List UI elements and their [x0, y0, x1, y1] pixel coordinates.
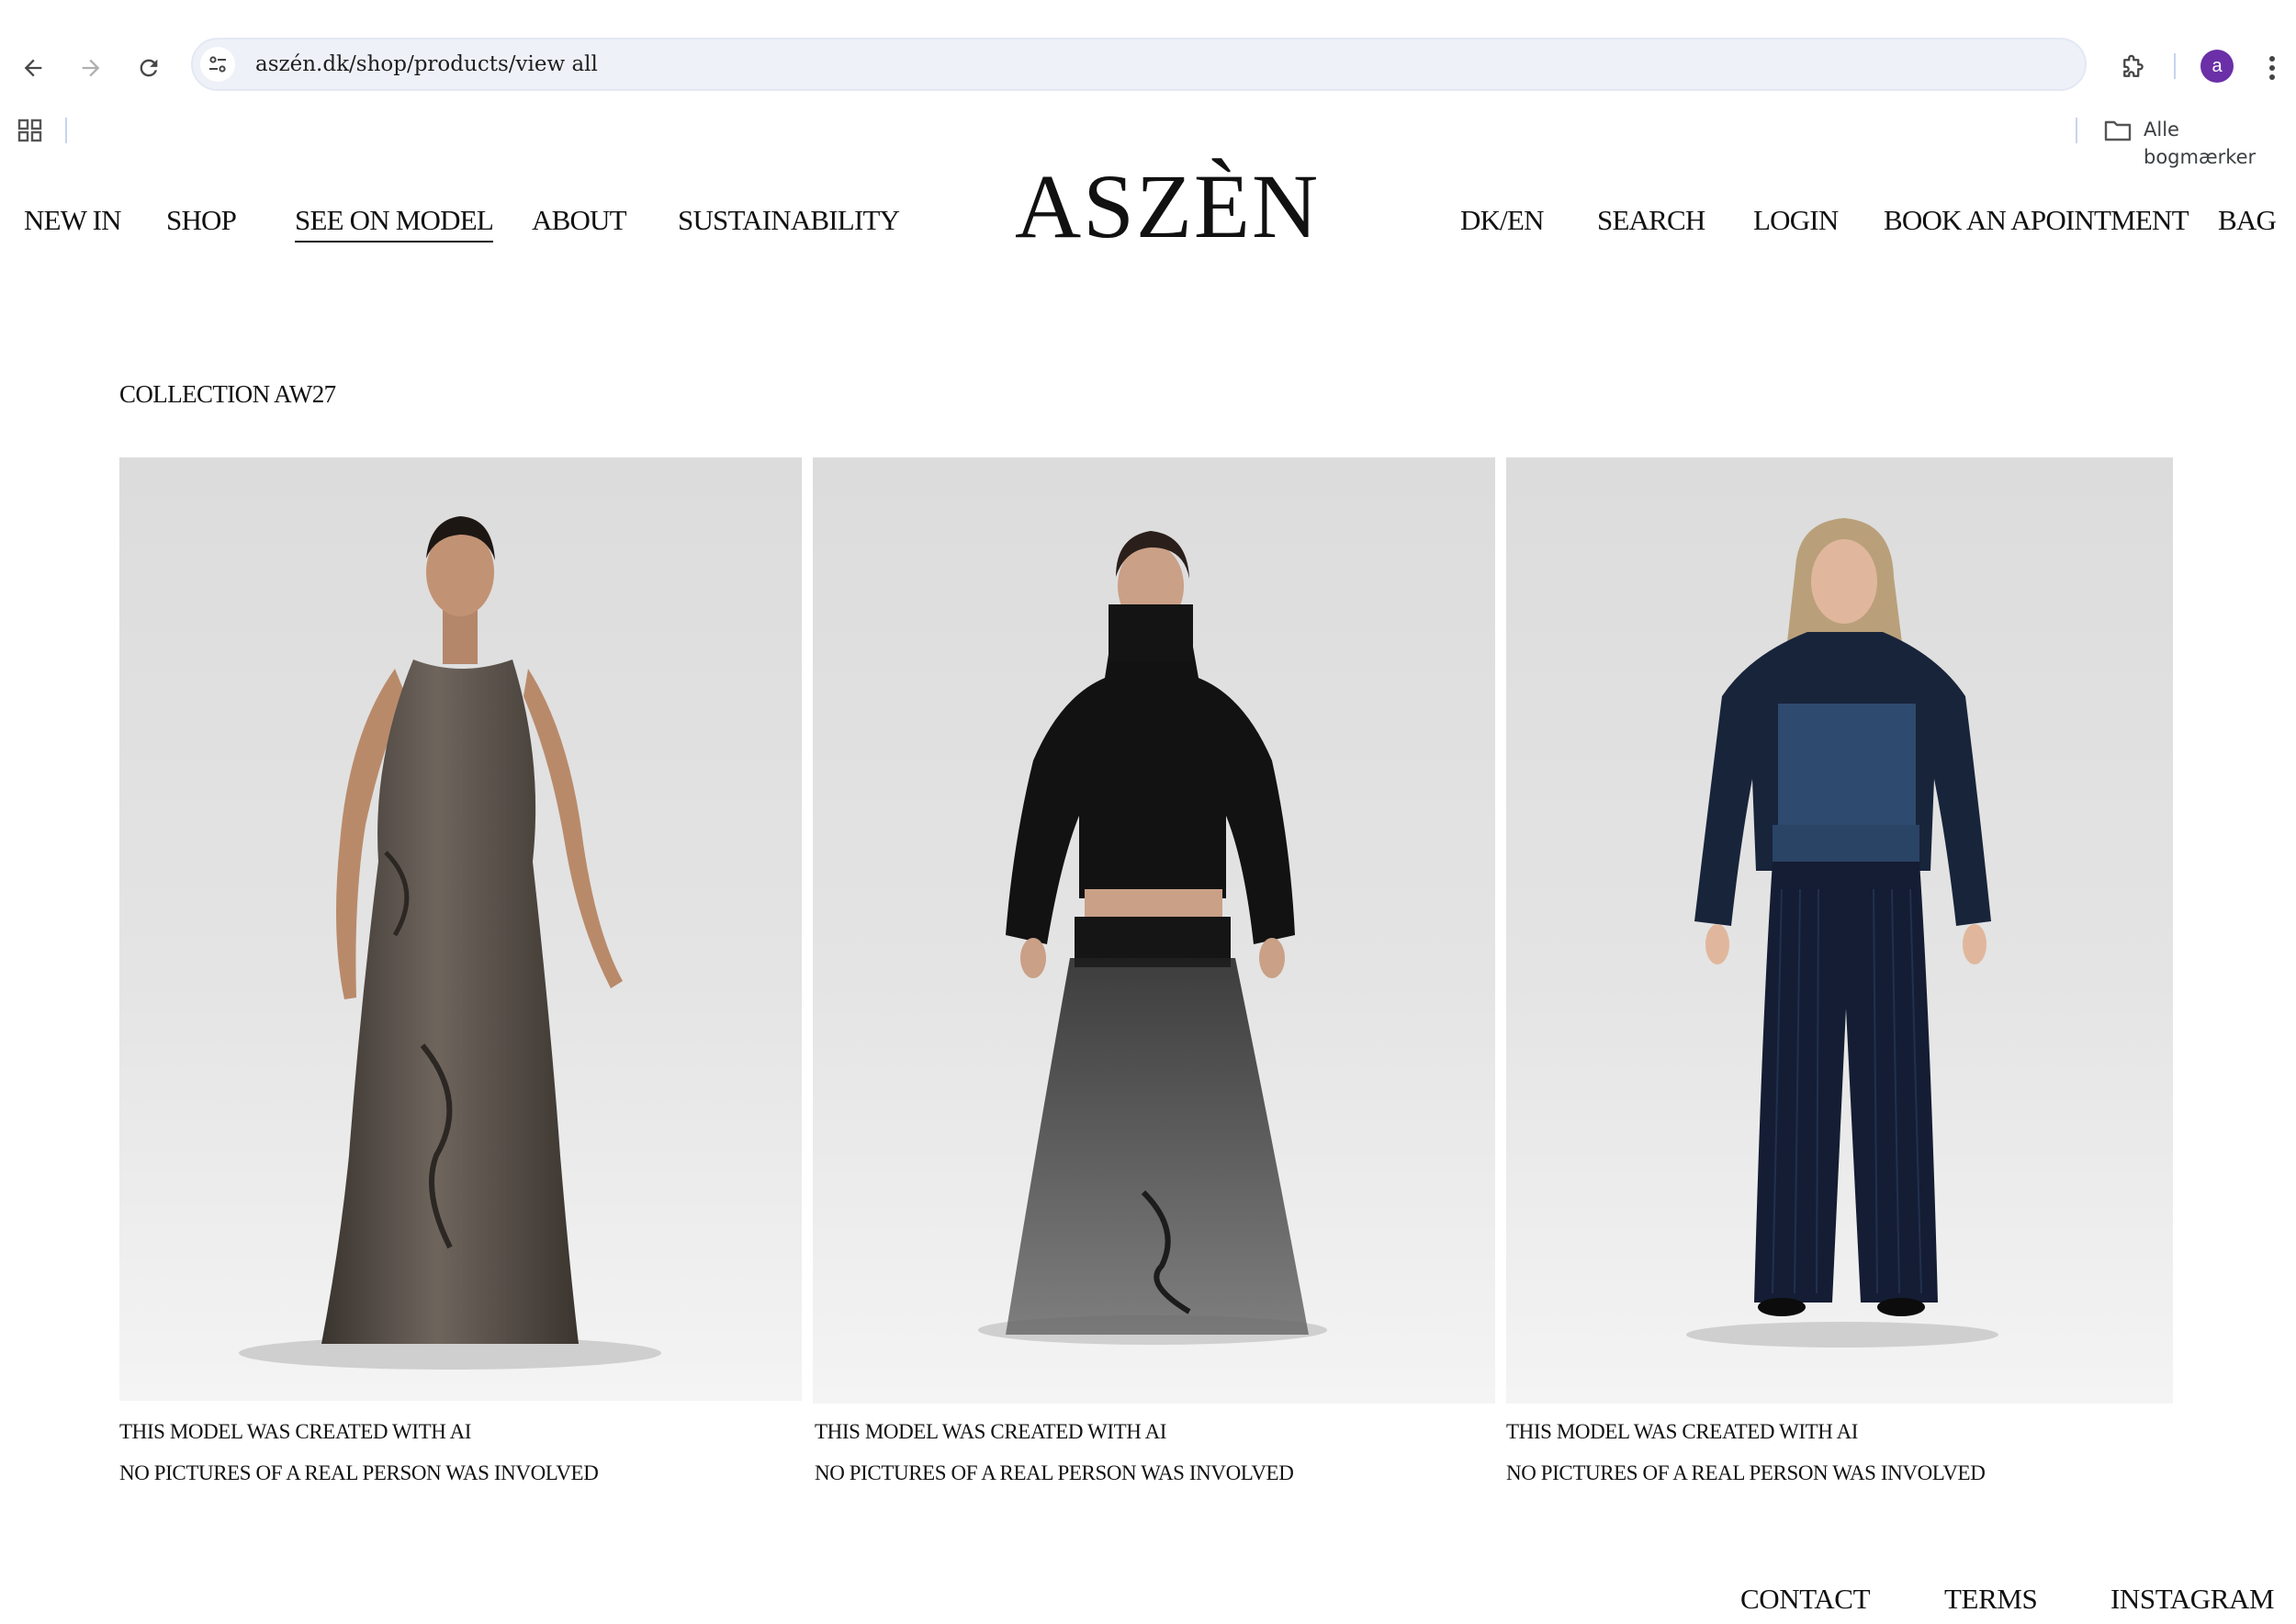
bookmarks-divider: [2076, 118, 2077, 143]
nav-new-in[interactable]: NEW IN: [24, 202, 121, 239]
puzzle-icon: [2123, 54, 2144, 77]
bookmarks-bar: [0, 110, 2296, 149]
nav-search[interactable]: SEARCH: [1597, 202, 1705, 239]
ai-disclaimer-line-1: THIS MODEL WAS CREATED WITH AI: [815, 1420, 1167, 1443]
product-card[interactable]: THIS MODEL WAS CREATED WITH AI NO PICTUR…: [813, 457, 1495, 1495]
footer-terms-link[interactable]: TERMS: [1944, 1581, 2038, 1618]
all-bookmarks-link[interactable]: Alle bogmærker: [2144, 116, 2296, 171]
nav-login[interactable]: LOGIN: [1753, 202, 1839, 239]
model-figure-image: [239, 516, 661, 1370]
forward-button[interactable]: [71, 48, 111, 88]
product-image[interactable]: [119, 457, 802, 1401]
ai-disclaimer-line-2: NO PICTURES OF A REAL PERSON WAS INVOLVE…: [1506, 1461, 1986, 1484]
toolbar-divider: [2174, 53, 2176, 79]
product-card[interactable]: THIS MODEL WAS CREATED WITH AI NO PICTUR…: [119, 457, 802, 1495]
reload-icon: [140, 59, 158, 77]
nav-see-on-model[interactable]: SEE ON MODEL: [295, 202, 494, 242]
brand-logo[interactable]: ASZÈN: [1015, 147, 1318, 266]
apps-grid-icon[interactable]: [17, 117, 44, 144]
arrow-right-icon: [82, 59, 100, 77]
tune-icon: [209, 56, 226, 73]
ai-disclaimer-line-1: THIS MODEL WAS CREATED WITH AI: [1506, 1420, 1859, 1443]
reload-button[interactable]: [129, 48, 169, 88]
nav-shop[interactable]: SHOP: [166, 202, 237, 239]
product-card[interactable]: THIS MODEL WAS CREATED WITH AI NO PICTUR…: [1506, 457, 2173, 1495]
bookmarks-divider: [65, 118, 67, 143]
nav-book-appointment[interactable]: BOOK AN APOINTMENT: [1884, 202, 2189, 239]
nav-about[interactable]: ABOUT: [532, 202, 627, 239]
footer-contact-link[interactable]: CONTACT: [1740, 1581, 1871, 1618]
more-vertical-icon: [2269, 56, 2275, 80]
ai-disclaimer-line-2: NO PICTURES OF A REAL PERSON WAS INVOLVE…: [815, 1461, 1294, 1484]
folder-icon[interactable]: [2103, 118, 2133, 143]
browser-menu-button[interactable]: [2254, 48, 2290, 88]
product-image[interactable]: [1506, 457, 2173, 1404]
site-info-button[interactable]: [200, 47, 235, 82]
product-image[interactable]: [813, 457, 1495, 1404]
collection-title: COLLECTION AW27: [119, 380, 336, 408]
url-text[interactable]: aszén.dk/shop/products/view all: [255, 49, 598, 80]
model-figure-image: [1686, 518, 1998, 1348]
nav-sustainability[interactable]: SUSTAINABILITY: [678, 202, 900, 239]
footer-instagram-link[interactable]: INSTAGRAM: [2110, 1581, 2275, 1618]
model-figure-image: [978, 531, 1327, 1345]
arrow-left-icon: [24, 59, 42, 77]
profile-avatar[interactable]: a: [2200, 50, 2234, 83]
extensions-button[interactable]: [2112, 48, 2153, 88]
nav-language[interactable]: DK/EN: [1460, 202, 1545, 239]
nav-bag[interactable]: BAG: [2218, 202, 2277, 239]
ai-disclaimer-line-1: THIS MODEL WAS CREATED WITH AI: [119, 1420, 472, 1443]
back-button[interactable]: [13, 48, 53, 88]
ai-disclaimer-line-2: NO PICTURES OF A REAL PERSON WAS INVOLVE…: [119, 1461, 599, 1484]
